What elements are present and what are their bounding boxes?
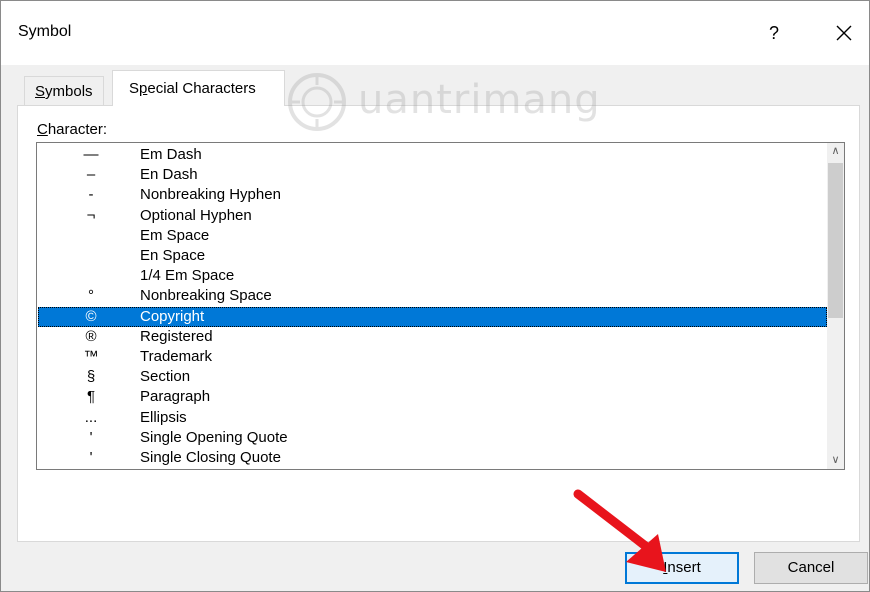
scroll-up-arrow-icon[interactable]: ∧: [827, 143, 844, 160]
character-name: Paragraph: [140, 388, 211, 406]
help-button[interactable]: ?: [747, 11, 801, 55]
tab-symbols-accel: S: [35, 83, 46, 100]
list-item[interactable]: ¬ Optional Hyphen: [38, 206, 827, 226]
list-item[interactable]: - Nonbreaking Hyphen: [38, 185, 827, 205]
insert-button[interactable]: Insert: [625, 552, 739, 584]
list-item[interactable]: © Copyright: [38, 306, 827, 327]
list-scrollbar[interactable]: ∧ ∨: [827, 143, 844, 469]
character-label: Character:: [37, 121, 107, 138]
character-label-accel: C: [37, 121, 48, 138]
character-glyph: ©: [85, 307, 97, 325]
character-glyph: °: [88, 287, 94, 305]
list-item[interactable]: § Section: [38, 367, 827, 387]
list-item[interactable]: ' Single Closing Quote: [38, 448, 827, 468]
character-glyph: ': [89, 428, 93, 446]
symbol-dialog: Symbol ? Symbols Special Characters Char…: [0, 0, 870, 592]
tab-special-label: ecial Characters: [147, 80, 256, 97]
character-name: Em Dash: [140, 146, 202, 163]
cancel-button[interactable]: Cancel: [754, 552, 868, 584]
character-name: En Dash: [140, 166, 198, 184]
list-item[interactable]: ® Registered: [38, 327, 827, 347]
list-item[interactable]: Em Space: [38, 226, 827, 246]
character-glyph: ¬: [86, 206, 96, 224]
character-glyph: -: [88, 186, 94, 204]
character-glyph: §: [86, 368, 96, 386]
character-glyph: –: [86, 166, 96, 184]
list-item[interactable]: — Em Dash: [38, 145, 827, 165]
character-label-text: haracter:: [47, 121, 108, 138]
scroll-down-arrow-icon[interactable]: ∨: [827, 452, 844, 469]
character-name: En Space: [140, 247, 206, 264]
character-name: Copyright: [140, 307, 205, 325]
character-glyph: —: [83, 146, 99, 163]
character-name: Trademark: [140, 348, 212, 365]
tab-special-characters[interactable]: Special Characters: [112, 70, 285, 106]
tab-special-prefix: S: [129, 80, 140, 97]
character-name: Single Opening Quote: [140, 428, 288, 446]
character-glyph: ...: [84, 408, 98, 426]
character-name: 1/4 Em Space: [140, 267, 235, 285]
character-name: Em Space: [140, 226, 210, 244]
character-name: Registered: [140, 327, 213, 345]
character-list[interactable]: ' Single Closing Quote ' Single Opening Quo…: [36, 142, 845, 470]
insert-label: nsert: [667, 559, 701, 576]
character-glyph: ': [89, 449, 93, 466]
title-bar: Symbol ?: [1, 1, 869, 65]
close-icon: [836, 25, 852, 41]
list-item[interactable]: ™ Trademark: [38, 347, 827, 367]
character-name: Ellipsis: [140, 408, 187, 426]
list-item[interactable]: En Space: [38, 246, 827, 266]
character-name: Nonbreaking Hyphen: [140, 186, 281, 204]
special-characters-panel: Character: ' Single Closing Quote ' Single …: [17, 105, 860, 542]
list-item[interactable]: ° Nonbreaking Space: [38, 286, 827, 306]
character-name: Section: [140, 368, 191, 386]
list-item[interactable]: – En Dash: [38, 165, 827, 185]
close-button[interactable]: [817, 11, 870, 55]
scrollbar-thumb[interactable]: [828, 163, 843, 318]
tab-symbols[interactable]: Symbols: [24, 76, 104, 105]
character-name: Nonbreaking Space: [140, 287, 272, 305]
character-name: Optional Hyphen: [140, 206, 252, 224]
character-glyph: ¶: [86, 388, 96, 406]
dialog-title: Symbol: [18, 23, 72, 40]
character-name: Single Closing Quote: [140, 449, 281, 466]
list-item[interactable]: ... Ellipsis: [38, 408, 827, 428]
character-glyph: ®: [85, 327, 97, 345]
tab-symbols-label: ymbols: [45, 83, 93, 100]
character-glyph: ™: [83, 348, 99, 365]
list-item[interactable]: 1/4 Em Space: [38, 266, 827, 286]
list-item[interactable]: ¶ Paragraph: [38, 387, 827, 407]
list-item[interactable]: ' Single Opening Quote: [38, 428, 827, 448]
